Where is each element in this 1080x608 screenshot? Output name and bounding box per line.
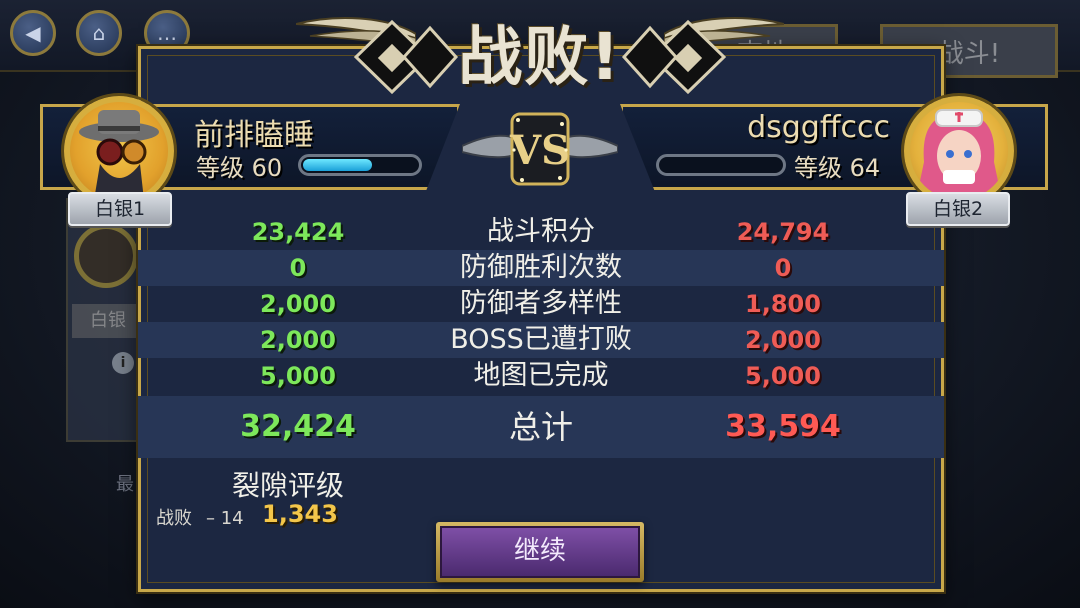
right-level-label: 等级 <box>794 154 842 182</box>
background-card-label: 白银 <box>72 304 144 338</box>
stat-label: 地图已完成 <box>473 360 609 391</box>
background-text: 最 <box>116 474 134 495</box>
stat-row: 0 防御胜利次数 0 <box>138 250 944 286</box>
stat-row: 23,424 战斗积分 24,794 <box>138 214 944 250</box>
stat-row: 2,000 防御者多样性 1,800 <box>138 286 944 322</box>
nurse-portrait-icon <box>916 109 1002 200</box>
left-level-label: 等级 <box>196 154 244 182</box>
stat-row: 2,000 BOSS已遭打败 2,000 <box>138 322 944 358</box>
left-stat-value: 0 <box>289 254 307 282</box>
rift-score: 1,343 <box>262 500 338 528</box>
left-stat-value: 23,424 <box>251 218 345 246</box>
rift-result-line: 战败 – 14 <box>156 504 244 530</box>
continue-button-label: 继续 <box>440 526 640 578</box>
left-total-value: 32,424 <box>240 409 356 444</box>
left-xp-bar <box>298 154 422 176</box>
left-level-value: 60 <box>251 154 283 182</box>
continue-button[interactable]: 继续 <box>436 522 644 582</box>
left-stat-value: 2,000 <box>260 326 336 354</box>
right-xp-bar <box>656 154 786 176</box>
right-total-value: 33,594 <box>725 409 841 444</box>
right-stat-value: 24,794 <box>736 218 830 246</box>
left-stat-value: 2,000 <box>260 290 336 318</box>
right-player-name: dsggffccc <box>747 110 890 145</box>
stats-table: 23,424 战斗积分 24,794 0 防御胜利次数 0 2,000 防御者多… <box>138 214 944 458</box>
plague-doctor-portrait-icon <box>79 110 159 200</box>
total-label: 总计 <box>508 408 573 446</box>
vs-emblem-icon: VS <box>462 112 618 186</box>
left-player-level: 等级 60 <box>196 148 282 183</box>
stat-label: BOSS已遭打败 <box>450 324 632 355</box>
background-medal <box>74 224 138 288</box>
right-stat-value: 2,000 <box>745 326 821 354</box>
left-stat-value: 5,000 <box>260 362 336 390</box>
stat-label: 防御者多样性 <box>460 288 622 319</box>
background-card: 白银 <box>66 198 144 442</box>
stat-label: 战斗积分 <box>487 216 595 247</box>
result-title: 战败! <box>458 21 622 95</box>
left-xp-fill <box>303 159 373 171</box>
info-icon: i <box>112 352 134 374</box>
rift-change: – 14 <box>206 508 244 529</box>
rift-rating-title: 裂隙评级 <box>232 469 345 502</box>
right-stat-value: 1,800 <box>745 290 821 318</box>
left-player-avatar <box>64 96 174 206</box>
right-stat-value: 5,000 <box>745 362 821 390</box>
stat-label: 防御胜利次数 <box>460 252 622 283</box>
right-level-value: 64 <box>849 154 881 182</box>
rift-result: 战败 <box>156 508 192 529</box>
total-row: 32,424 总计 33,594 <box>138 396 944 458</box>
vs-label: VS <box>509 127 570 174</box>
stat-row: 5,000 地图已完成 5,000 <box>138 358 944 394</box>
right-stat-value: 0 <box>774 254 792 282</box>
right-player-avatar <box>904 96 1014 206</box>
right-player-level: 等级 64 <box>794 148 880 183</box>
